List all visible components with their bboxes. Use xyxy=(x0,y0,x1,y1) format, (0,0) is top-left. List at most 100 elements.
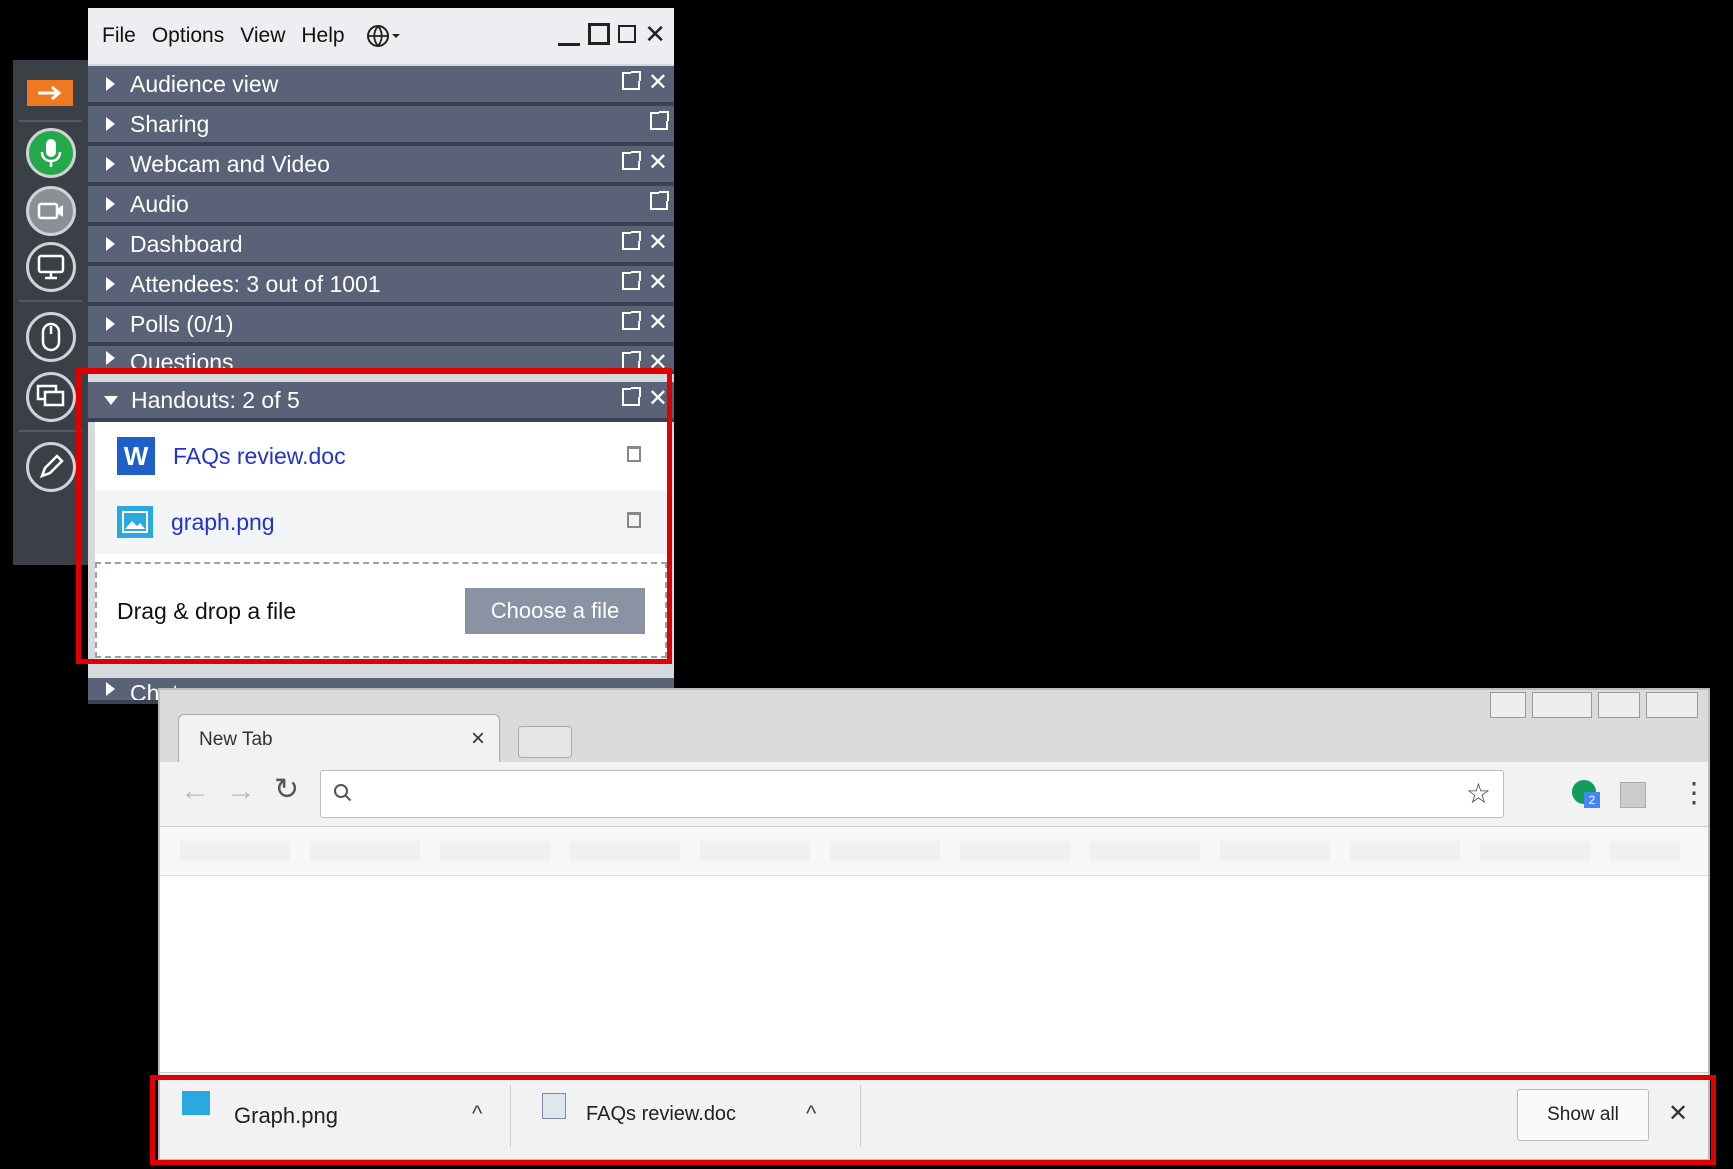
drawing-tools-button[interactable] xyxy=(26,442,76,492)
tab-title: New Tab xyxy=(199,729,273,750)
forward-arrow-icon[interactable]: → xyxy=(226,774,256,808)
tab-close-icon[interactable]: × xyxy=(471,725,485,753)
user-profile-icon[interactable] xyxy=(1490,692,1526,718)
popout-icon[interactable] xyxy=(621,231,641,250)
popout-icon[interactable] xyxy=(621,311,641,330)
dropzone-label: Drag & drop a file xyxy=(117,598,296,624)
arrow-right-icon xyxy=(38,85,62,101)
pane-questions[interactable]: Questions ✕ xyxy=(88,346,674,374)
toolbar: ← → ↻ ☆ 2 ⋮ xyxy=(160,762,1708,827)
close-icon[interactable]: ✕ xyxy=(648,311,668,335)
monitor-icon xyxy=(37,254,65,280)
choose-file-button[interactable]: Choose a file xyxy=(465,588,645,634)
handout-file-link[interactable]: FAQs review.doc xyxy=(173,443,346,470)
chevron-up-icon[interactable]: ^ xyxy=(472,1101,482,1127)
pane-title: Dashboard xyxy=(130,230,243,257)
expand-arrow-icon xyxy=(106,77,115,91)
globe-icon xyxy=(366,25,389,47)
pane-dashboard[interactable]: Dashboard ✕ xyxy=(88,226,674,266)
minimize-icon[interactable] xyxy=(558,22,581,46)
close-icon[interactable]: ✕ xyxy=(648,151,668,175)
bookmark-star-icon[interactable]: ☆ xyxy=(1466,777,1491,810)
popout-icon[interactable] xyxy=(621,351,641,370)
language-globe-button[interactable] xyxy=(365,23,401,49)
handout-file-row[interactable]: graph.png xyxy=(95,490,667,554)
pane-audio[interactable]: Audio xyxy=(88,186,674,226)
tab-new-tab[interactable]: New Tab × xyxy=(178,714,500,765)
maximize-icon[interactable] xyxy=(588,23,611,45)
popout-icon[interactable] xyxy=(650,111,669,130)
microphone-button[interactable] xyxy=(26,128,76,178)
remote-screen-button[interactable] xyxy=(26,372,76,422)
presenter-toolbar xyxy=(13,60,88,565)
download-item[interactable]: FAQs review.doc ^ xyxy=(528,1079,848,1151)
back-arrow-icon[interactable]: ← xyxy=(180,774,210,808)
address-bar[interactable]: ☆ xyxy=(320,770,1504,818)
divider xyxy=(19,430,82,432)
handout-file-row[interactable]: W FAQs review.doc xyxy=(95,424,667,488)
close-icon[interactable]: ✕ xyxy=(644,21,666,47)
word-doc-icon: W xyxy=(117,437,155,475)
file-dropzone[interactable]: Drag & drop a file Choose a file xyxy=(95,562,667,658)
handout-file-link[interactable]: graph.png xyxy=(171,509,275,536)
popout-icon[interactable] xyxy=(621,151,641,170)
reload-icon[interactable]: ↻ xyxy=(274,772,299,807)
word-doc-icon xyxy=(542,1093,566,1119)
search-icon xyxy=(334,784,352,802)
popout-icon[interactable] xyxy=(621,271,641,290)
pane-webcam-video[interactable]: Webcam and Video ✕ xyxy=(88,146,674,186)
window-controls: ✕ xyxy=(558,21,666,47)
divider xyxy=(19,300,82,302)
screen-share-button[interactable] xyxy=(26,242,76,292)
close-icon[interactable]: ✕ xyxy=(648,351,668,371)
handouts-list: W FAQs review.doc graph.png Drag & drop … xyxy=(95,422,667,664)
expand-arrow-icon xyxy=(106,682,115,696)
more-menu-icon[interactable]: ⋮ xyxy=(1680,776,1708,809)
picture-icon xyxy=(122,511,148,533)
close-icon[interactable]: ✕ xyxy=(648,387,668,411)
trash-icon[interactable] xyxy=(627,446,641,462)
trash-icon[interactable] xyxy=(627,512,641,528)
chevron-up-icon[interactable]: ^ xyxy=(806,1101,816,1127)
popout-icon[interactable] xyxy=(621,71,641,90)
pane-polls[interactable]: Polls (0/1) ✕ xyxy=(88,306,674,346)
pane-title: Polls (0/1) xyxy=(130,310,234,337)
expand-arrow-icon xyxy=(106,277,115,291)
menu-file[interactable]: File xyxy=(88,24,144,48)
close-icon[interactable]: ✕ xyxy=(648,271,668,295)
close-shelf-icon[interactable]: ✕ xyxy=(1668,1099,1688,1128)
download-item[interactable]: Graph.png ^ xyxy=(172,1079,502,1151)
pane-sharing[interactable]: Sharing xyxy=(88,106,674,146)
menu-view[interactable]: View xyxy=(232,24,293,48)
collapse-arrow-icon xyxy=(104,395,118,405)
pane-title: Sharing xyxy=(130,110,210,137)
popout-icon[interactable] xyxy=(621,387,641,406)
divider xyxy=(19,120,82,122)
minimize-icon[interactable] xyxy=(1532,692,1592,718)
menu-help[interactable]: Help xyxy=(293,24,352,48)
show-all-button[interactable]: Show all xyxy=(1517,1089,1649,1141)
close-icon[interactable]: ✕ xyxy=(648,71,668,95)
microphone-icon xyxy=(40,139,62,167)
overlapping-screens-icon xyxy=(36,384,65,407)
pane-attendees[interactable]: Attendees: 3 out of 1001 ✕ xyxy=(88,266,674,306)
pane-title: Audience view xyxy=(130,70,279,97)
webcam-button[interactable] xyxy=(26,186,76,236)
close-icon[interactable] xyxy=(1646,692,1698,718)
bookmarks-bar xyxy=(160,827,1708,876)
pane-handouts[interactable]: Handouts: 2 of 5 ✕ xyxy=(88,382,674,422)
close-icon[interactable]: ✕ xyxy=(648,231,668,255)
pane-audience-view[interactable]: Audience view ✕ xyxy=(88,66,674,106)
menu-options[interactable]: Options xyxy=(144,24,232,48)
pane-title: Questions xyxy=(130,348,234,374)
browser-window: New Tab × ← → ↻ ☆ 2 ⋮ Graph.png ^ FAQs r… xyxy=(158,688,1710,1160)
popout-icon[interactable] xyxy=(618,25,637,43)
hangouts-extension-icon[interactable]: 2 xyxy=(1572,780,1600,808)
maximize-icon[interactable] xyxy=(1598,692,1640,718)
new-tab-button[interactable] xyxy=(518,726,572,758)
control-panel: File Options View Help ✕ Audience view ✕… xyxy=(88,8,674,704)
collapse-arrow-button[interactable] xyxy=(27,80,73,106)
extension-icon[interactable] xyxy=(1620,782,1646,808)
popout-icon[interactable] xyxy=(650,191,669,210)
mouse-control-button[interactable] xyxy=(26,312,76,362)
